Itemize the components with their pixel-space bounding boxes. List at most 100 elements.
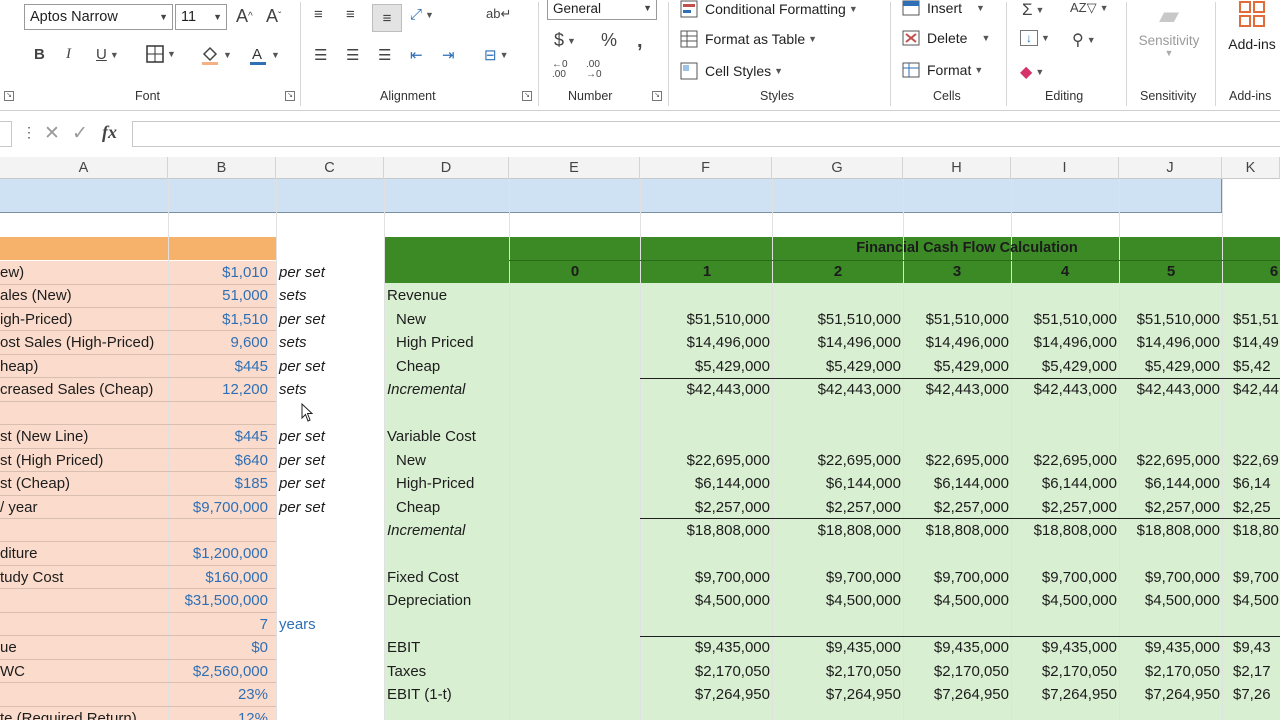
assumption-unit[interactable]: per set (279, 496, 383, 519)
assumption-value[interactable]: 7 (170, 613, 268, 636)
sensitivity-button[interactable]: ▰ Sensitivity ▼ (1136, 0, 1202, 58)
cancel-icon[interactable]: ✕ (44, 122, 60, 145)
cashflow-value[interactable]: $2,170,050 (997, 660, 1117, 683)
alignment-dialog-launcher[interactable]: ↘ (522, 91, 532, 101)
cashflow-value[interactable]: $2,257,000 (650, 496, 770, 519)
year-header[interactable]: 1 (687, 260, 727, 283)
cashflow-row-label[interactable]: Taxes (387, 660, 507, 683)
assumption-unit[interactable]: sets (279, 378, 383, 401)
orientation-button[interactable]: ⤢ ▼ (410, 6, 434, 23)
cashflow-value[interactable]: $9,700,000 (1100, 566, 1220, 589)
assumption-unit[interactable]: per set (279, 355, 383, 378)
cashflow-row-label[interactable]: Revenue (387, 284, 507, 307)
cashflow-value[interactable]: $7,264,950 (1100, 683, 1220, 706)
assumption-value[interactable]: $640 (170, 449, 268, 472)
align-left-button[interactable]: ☰ (314, 46, 327, 64)
cashflow-value[interactable]: $51,510,000 (781, 308, 901, 331)
decrease-font-size-button[interactable]: Aˇ (266, 6, 281, 27)
cashflow-value[interactable]: $9,43 (1233, 636, 1280, 659)
cashflow-value[interactable]: $42,443,000 (650, 378, 770, 401)
cashflow-row-label[interactable]: Incremental (387, 378, 507, 401)
cashflow-value[interactable]: $18,808,000 (889, 519, 1009, 542)
fill-button[interactable]: ↓ ▼ (1020, 30, 1050, 46)
cashflow-value[interactable]: $7,264,950 (650, 683, 770, 706)
year-header[interactable]: 3 (937, 260, 977, 283)
assumption-label[interactable]: WC (0, 660, 166, 683)
assumption-unit[interactable] (279, 519, 383, 542)
conditional-formatting-button[interactable]: Conditional Formatting ▼ (680, 0, 858, 18)
cashflow-value[interactable]: $9,700 (1233, 566, 1280, 589)
cashflow-value[interactable]: $5,429,000 (650, 355, 770, 378)
cashflow-value[interactable]: $22,695,000 (650, 449, 770, 472)
column-header-d[interactable]: D (384, 157, 509, 179)
assumption-label[interactable]: / year (0, 496, 166, 519)
assumption-value[interactable]: $160,000 (170, 566, 268, 589)
font-name-combo[interactable]: Aptos Narrow ▼ (24, 4, 173, 30)
cashflow-value[interactable]: $51,510,000 (997, 308, 1117, 331)
formula-input[interactable] (132, 121, 1280, 147)
assumption-value[interactable]: $31,500,000 (170, 589, 268, 612)
cashflow-value[interactable]: $9,435,000 (889, 636, 1009, 659)
assumption-label[interactable] (0, 402, 166, 425)
assumption-label[interactable]: igh-Priced) (0, 308, 166, 331)
year-header[interactable]: 5 (1151, 260, 1191, 283)
assumption-label[interactable]: creased Sales (Cheap) (0, 378, 166, 401)
borders-button[interactable]: ▼ (146, 45, 176, 63)
cashflow-row-label[interactable]: New (396, 449, 516, 472)
cashflow-value[interactable]: $7,264,950 (889, 683, 1009, 706)
cashflow-value[interactable]: $6,144,000 (997, 472, 1117, 495)
assumption-label[interactable]: st (New Line) (0, 425, 166, 448)
enter-icon[interactable]: ✓ (72, 122, 88, 145)
more-options-icon[interactable]: ⋮ (22, 124, 36, 141)
align-bottom-button[interactable]: ≡ (372, 4, 402, 32)
increase-decimal-button[interactable]: ←0.00 (552, 60, 568, 80)
column-header-i[interactable]: I (1011, 157, 1119, 179)
cashflow-value[interactable]: $7,26 (1233, 683, 1280, 706)
assumption-value[interactable]: $445 (170, 425, 268, 448)
find-select-button[interactable]: ⚲ ▼ (1072, 30, 1096, 50)
cashflow-value[interactable]: $4,500,000 (889, 589, 1009, 612)
column-header-e[interactable]: E (509, 157, 640, 179)
column-header-b[interactable]: B (168, 157, 276, 179)
cashflow-value[interactable]: $18,808,000 (1100, 519, 1220, 542)
assumption-label[interactable] (0, 613, 166, 636)
format-cells-button[interactable]: Format ▼ (902, 62, 983, 78)
assumption-unit[interactable]: years (279, 613, 383, 636)
cashflow-value[interactable]: $22,69 (1233, 449, 1280, 472)
decrease-decimal-button[interactable]: .00 →0 (586, 60, 602, 80)
insert-function-icon[interactable]: fx (102, 122, 117, 143)
cashflow-value[interactable]: $5,429,000 (889, 355, 1009, 378)
year-header[interactable]: 2 (818, 260, 858, 283)
cashflow-value[interactable]: $9,435,000 (997, 636, 1117, 659)
cashflow-row-label[interactable]: Cheap (396, 496, 516, 519)
increase-indent-button[interactable]: ⇥ (442, 46, 455, 64)
sort-filter-button[interactable]: AZ▽ ▼ (1070, 0, 1109, 16)
assumption-value[interactable]: 12,200 (170, 378, 268, 401)
cashflow-row-label[interactable]: New (396, 308, 516, 331)
assumption-value[interactable]: $1,510 (170, 308, 268, 331)
cashflow-value[interactable]: $42,443,000 (781, 378, 901, 401)
cashflow-value[interactable]: $2,257,000 (997, 496, 1117, 519)
cashflow-value[interactable]: $6,14 (1233, 472, 1280, 495)
assumption-value[interactable]: 51,000 (170, 284, 268, 307)
assumption-label[interactable]: ue (0, 636, 166, 659)
cashflow-value[interactable]: $2,257,000 (781, 496, 901, 519)
cashflow-title[interactable]: Financial Cash Flow Calculation (640, 237, 1280, 260)
cashflow-value[interactable]: $2,170,050 (889, 660, 1009, 683)
autosum-button[interactable]: Σ ▼ (1022, 0, 1044, 20)
column-header-h[interactable]: H (903, 157, 1011, 179)
cashflow-row-label[interactable]: Fixed Cost (387, 566, 507, 589)
add-ins-button[interactable]: Add-ins (1224, 0, 1280, 52)
assumption-label[interactable] (0, 683, 166, 706)
bold-button[interactable]: B (34, 46, 45, 63)
cashflow-value[interactable]: $7,264,950 (997, 683, 1117, 706)
column-header-k[interactable]: K (1222, 157, 1280, 179)
cashflow-row-label[interactable]: Incremental (387, 519, 507, 542)
column-header-a[interactable]: A (0, 157, 168, 179)
assumption-value[interactable]: 12% (170, 707, 268, 720)
assumption-value[interactable]: $2,560,000 (170, 660, 268, 683)
cashflow-value[interactable]: $6,144,000 (650, 472, 770, 495)
align-center-button[interactable]: ☰ (346, 46, 359, 64)
cashflow-value[interactable]: $2,170,050 (1100, 660, 1220, 683)
assumption-value[interactable]: $9,700,000 (170, 496, 268, 519)
